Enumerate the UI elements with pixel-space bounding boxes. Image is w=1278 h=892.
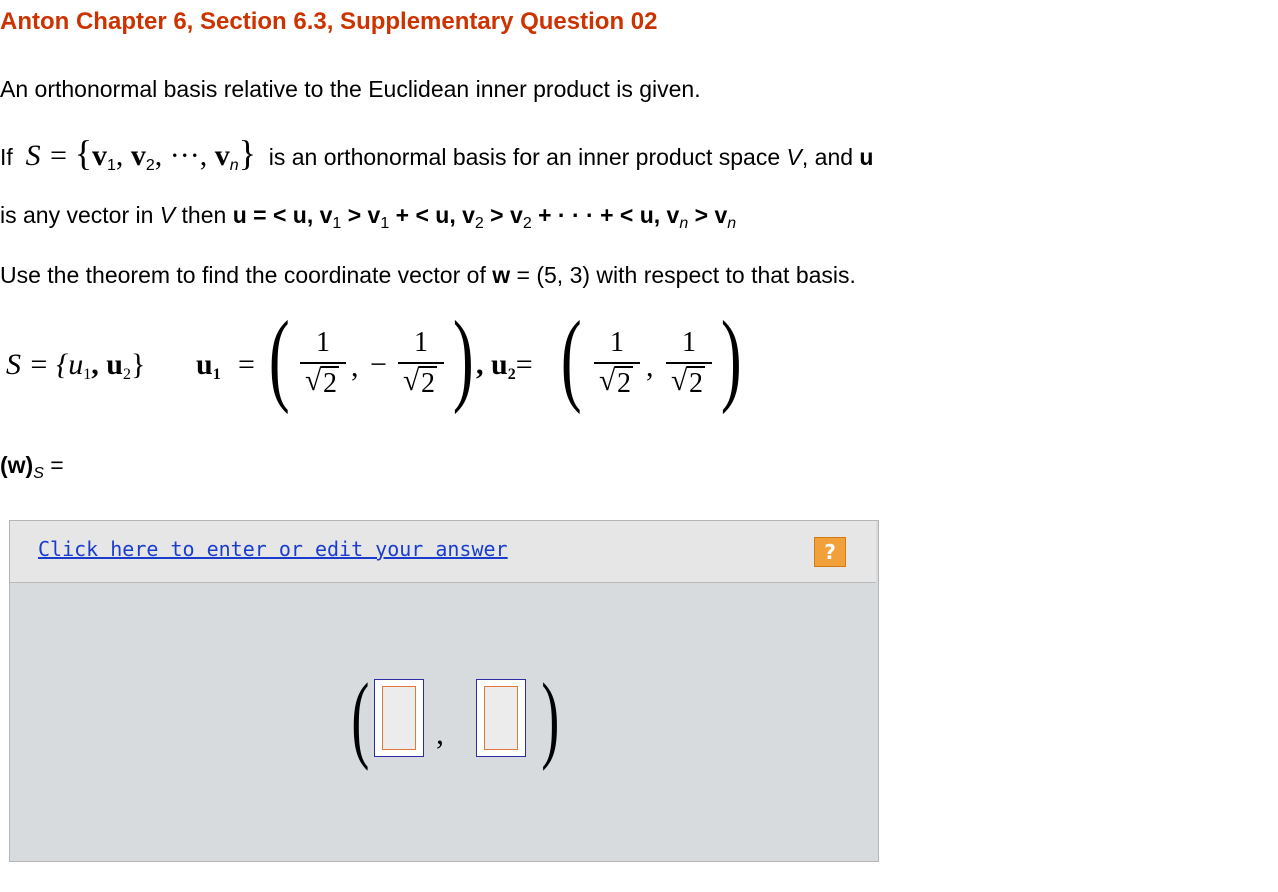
ellipsis: ··· (169, 139, 200, 172)
answer-comma: , (436, 715, 444, 751)
theorem-text-b: , and (801, 144, 854, 170)
u1-frac1-den: 2 (321, 366, 339, 399)
u1-label: u1 (196, 348, 221, 384)
ws-equals: = (50, 452, 64, 478)
u2-subscript: 2 (507, 366, 516, 383)
ws-symbol: (w) (0, 452, 34, 478)
basis-display: S = {u1, u2} u1 = ( 1 2 , − 1 2 ) , u2= … (6, 306, 766, 426)
u1-frac2-num: 1 (414, 327, 428, 358)
basis-set-lhs: S = {u (6, 348, 84, 381)
space-symbol: V (786, 144, 802, 170)
answer-input-2-field[interactable] (484, 686, 518, 750)
if-label: If (0, 144, 13, 170)
basis-set-start: S = {u1, u2} (6, 348, 145, 384)
sub-1a: 1 (332, 215, 342, 232)
sub-1b: 1 (380, 215, 390, 232)
edit-answer-link[interactable]: Click here to enter or edit your answer (38, 537, 508, 561)
u2-equals: = (515, 348, 533, 381)
sub-2b: 2 (522, 215, 532, 232)
expansion-part-6: > v (688, 202, 728, 228)
v2-symbol: v (130, 139, 146, 172)
u1-right-paren: ) (452, 300, 474, 415)
task-text: Use the theorem to find the coordinate v… (0, 262, 856, 289)
ws-subscript: S (33, 465, 44, 482)
vn-subscript: n (229, 157, 239, 174)
u2-right-paren: ) (720, 300, 742, 415)
line2-text-b: then (181, 202, 227, 228)
set-lhs: S = (25, 139, 69, 172)
theorem-line-1: If S = {v1, v2, ···, vn} is an orthonorm… (0, 133, 874, 174)
u2-fraction-1: 1 2 (590, 326, 644, 402)
intro-text: An orthonormal basis relative to the Euc… (0, 76, 701, 102)
answer-input-1[interactable] (374, 679, 424, 757)
u1-fraction-1: 1 2 (296, 326, 350, 402)
v1-subscript: 1 (106, 157, 116, 174)
v2-subscript: 2 (145, 157, 155, 174)
w-symbol: w (492, 262, 511, 288)
u1-left-paren: ( (268, 300, 290, 415)
u2-comma: , (646, 350, 654, 383)
theorem-line-2: is any vector in V then u = < u, v1 > v1… (0, 202, 736, 233)
v1-symbol: v (91, 139, 107, 172)
u1-symbol: u (196, 348, 213, 381)
u2-left-paren: ( (560, 300, 582, 415)
u2-symbol: , u (476, 348, 508, 381)
vn-symbol: v (214, 139, 230, 172)
task-text-a: Use the theorem to find the coordinate v… (0, 262, 486, 288)
help-button[interactable]: ? (814, 537, 846, 567)
ws-label: (w)S = (0, 452, 64, 483)
u1-comma: , (351, 350, 359, 383)
answer-left-paren: ( (351, 664, 370, 772)
u2-frac1-num: 1 (610, 327, 624, 358)
answer-panel: Click here to enter or edit your answer … (9, 520, 879, 862)
expansion-part-5: + · · · + < u, v (531, 202, 680, 228)
u-symbol-2: u (232, 202, 247, 228)
answer-right-paren: ) (541, 664, 560, 772)
basis-close-brace: } (130, 348, 146, 381)
task-text-b: = (5, 3) with respect to that basis. (516, 262, 856, 288)
answer-input-2[interactable] (476, 679, 526, 757)
u-symbol: u (859, 144, 874, 170)
expansion-part-2: > v (341, 202, 381, 228)
u2-frac2-den: 2 (687, 366, 705, 399)
answer-input-1-field[interactable] (382, 686, 416, 750)
u1-equals: = (238, 348, 255, 381)
u1-fraction-2: 1 2 (394, 326, 448, 402)
space-symbol-2: V (159, 202, 176, 228)
page-title: Anton Chapter 6, Section 6.3, Supplement… (0, 8, 658, 35)
u2-frac1-den: 2 (615, 366, 633, 399)
sub-2a: 2 (474, 215, 484, 232)
u2-frac2-num: 1 (682, 327, 696, 358)
line2-text-a: is any vector in (0, 202, 154, 228)
u2-fraction-2: 1 2 (662, 326, 716, 402)
close-brace: } (238, 133, 256, 173)
u1-frac2-den: 2 (419, 366, 437, 399)
basis-comma: , u (91, 348, 123, 381)
theorem-text-a: is an orthonormal basis for an inner pro… (268, 144, 781, 170)
u1-frac1-num: 1 (316, 327, 330, 358)
expansion-part-3: + < u, v (389, 202, 475, 228)
sub-na: n (679, 215, 689, 232)
basis-sub-2: 2 (122, 366, 131, 383)
u2-label: , u2= (476, 348, 533, 384)
u1-minus: − (370, 348, 387, 381)
expansion-part-1: = < u, v (253, 202, 333, 228)
expansion-part-4: > v (483, 202, 523, 228)
sub-nb: n (727, 215, 737, 232)
open-brace: { (74, 133, 92, 173)
u1-subscript: 1 (212, 366, 221, 383)
answer-panel-header: Click here to enter or edit your answer … (10, 521, 876, 583)
